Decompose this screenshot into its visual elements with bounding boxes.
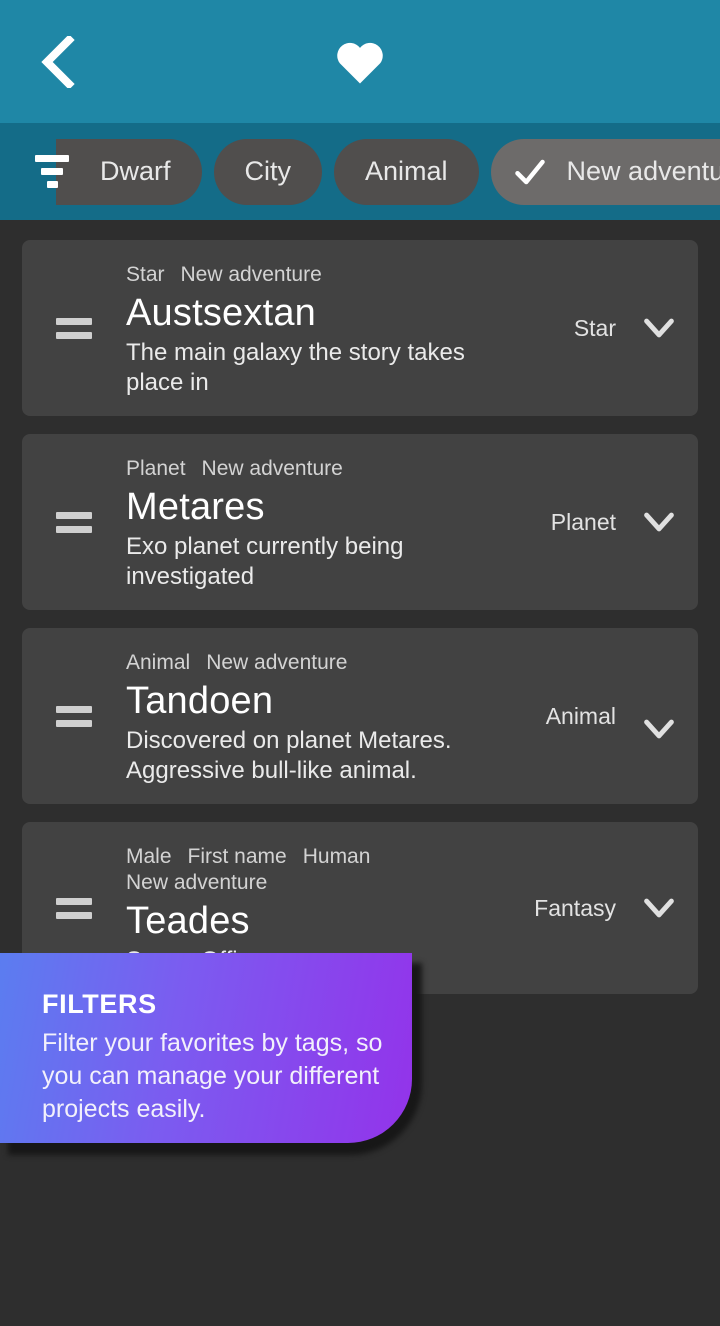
filter-chip-label: Dwarf — [100, 156, 171, 186]
tag: New adventure — [201, 457, 343, 480]
filter-icon[interactable] — [24, 144, 80, 200]
list-item[interactable]: Planet New adventure Metares Exo planet … — [22, 434, 698, 610]
chevron-down-icon[interactable] — [642, 511, 676, 533]
check-icon — [514, 159, 545, 184]
tag: Male — [126, 845, 172, 868]
tag: New adventure — [126, 871, 268, 894]
filter-chip-new-adventure[interactable]: New adventure — [490, 138, 720, 205]
coachmark-text: Filter your favorites by tags, so you ca… — [42, 1029, 383, 1123]
chevron-left-icon — [41, 35, 75, 88]
list-item-description: The main galaxy the story takes place in — [126, 339, 465, 396]
list-item-body: Star New adventure Austsextan The main g… — [126, 258, 505, 398]
list-item[interactable]: Star New adventure Austsextan The main g… — [22, 240, 698, 416]
category-label: Planet — [550, 508, 616, 535]
tag: New adventure — [206, 651, 348, 674]
tag-row: Planet New adventure — [126, 456, 505, 482]
coachmark-card[interactable]: FILTERS Filter your favorites by tags, s… — [0, 953, 412, 1143]
tag-row: Animal New adventure — [126, 650, 505, 676]
list-item-body: Animal New adventure Tandoen Discovered … — [126, 646, 505, 786]
list-item-title: Tandoen — [126, 680, 274, 722]
coachmark-filters[interactable]: FILTERS Filter your favorites by tags, s… — [0, 953, 430, 1155]
list-item-title: Teades — [126, 900, 250, 942]
coachmark-title: FILTERS — [42, 989, 157, 1019]
tag: Animal — [126, 651, 191, 674]
filter-chip-city[interactable]: City — [213, 138, 323, 205]
filter-chip-list[interactable]: Dwarf City Animal New adventure — [56, 123, 720, 220]
list-item-meta: Fantasy — [505, 895, 680, 922]
drag-handle-icon[interactable] — [22, 317, 126, 339]
list-item-description: Discovered on planet Metares. Aggressive… — [126, 727, 452, 784]
list-item-description: Exo planet currently being investigated — [126, 533, 404, 590]
tag: Planet — [126, 457, 186, 480]
favorites-list: Star New adventure Austsextan The main g… — [0, 220, 720, 994]
filter-chip-animal[interactable]: Animal — [334, 138, 479, 205]
filter-chip-label: Animal — [365, 156, 448, 186]
list-item-title: Metares — [126, 486, 265, 528]
tag: First name — [187, 845, 287, 868]
back-button[interactable] — [28, 32, 88, 92]
category-label: Fantasy — [534, 894, 616, 921]
category-label: Animal — [545, 702, 616, 729]
list-item-title: Austsextan — [126, 292, 316, 334]
category-label: Star — [573, 314, 616, 341]
list-item-body: Planet New adventure Metares Exo planet … — [126, 452, 505, 592]
filter-bar: Dwarf City Animal New adventure — [0, 123, 720, 220]
list-item-meta: Planet — [505, 509, 680, 536]
tag: Human — [302, 845, 371, 868]
tag-row: Male First name Human New adventure — [126, 844, 505, 896]
chevron-down-icon[interactable] — [642, 317, 676, 339]
app-bar — [0, 0, 720, 123]
drag-handle-icon[interactable] — [22, 897, 126, 919]
filter-chip-label: City — [244, 156, 292, 186]
chevron-down-icon[interactable] — [642, 718, 676, 740]
chevron-down-icon[interactable] — [642, 897, 676, 919]
drag-handle-icon[interactable] — [22, 705, 126, 727]
filter-chip-label: New adventure — [566, 156, 720, 186]
list-item-meta: Animal — [505, 646, 680, 740]
tag-row: Star New adventure — [126, 262, 505, 288]
heart-icon — [337, 42, 383, 84]
list-item[interactable]: Animal New adventure Tandoen Discovered … — [22, 628, 698, 804]
drag-handle-icon[interactable] — [22, 511, 126, 533]
favorites-button[interactable] — [328, 32, 392, 92]
list-item-meta: Star — [505, 315, 680, 342]
tag: Star — [126, 263, 165, 286]
tag: New adventure — [180, 263, 322, 286]
